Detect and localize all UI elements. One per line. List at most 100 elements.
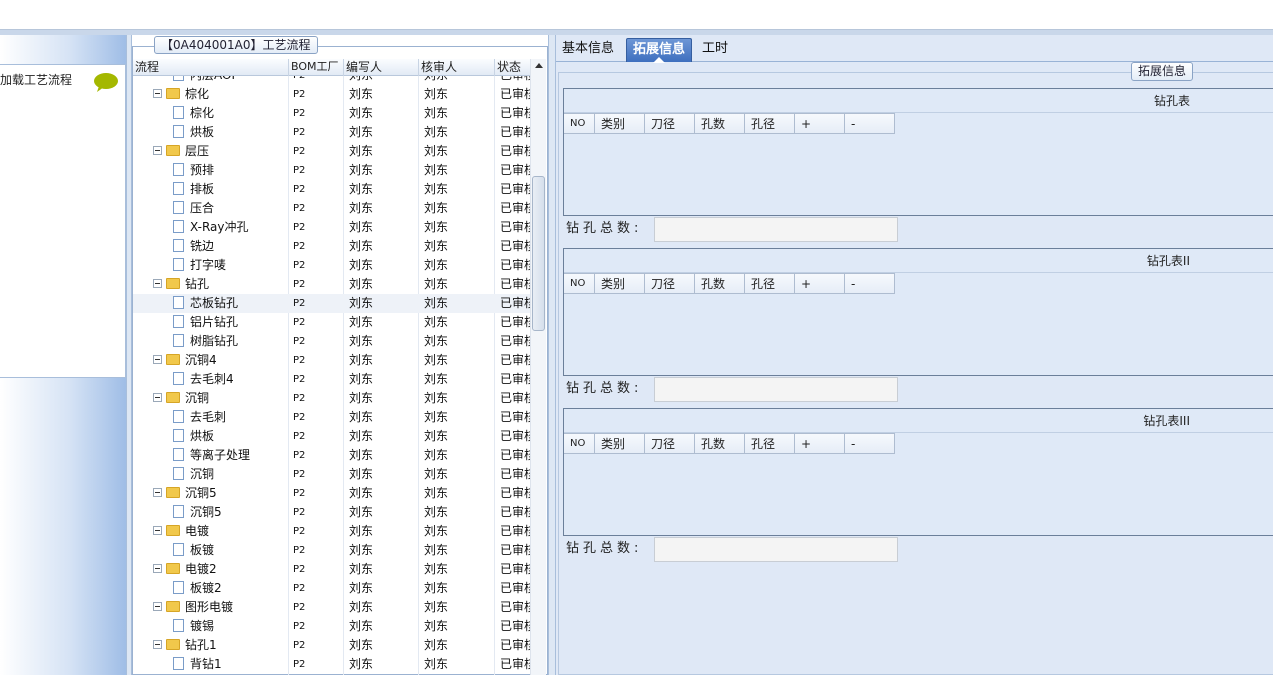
tree-folder-row[interactable]: 层压 P2 刘东 刘东 已审核: [133, 142, 530, 161]
reviewer-cell: 刘东: [424, 239, 449, 253]
add-row-button[interactable]: +: [795, 113, 845, 134]
tree-node-label: 沉铜: [190, 467, 215, 481]
tree-folder-row[interactable]: 钻孔1 P2 刘东 刘东 已审核: [133, 636, 530, 655]
drill-table-col-header: 孔数: [695, 113, 745, 134]
tree-folder-row[interactable]: 电镀 P2 刘东 刘东 已审核: [133, 522, 530, 541]
status-cell: 已审核: [500, 258, 530, 272]
tree-folder-name: 钻孔: [153, 275, 289, 294]
drill-total-field[interactable]: [654, 217, 898, 242]
scroll-thumb[interactable]: [532, 176, 545, 331]
tree-item-row[interactable]: 棕化 P2 刘东 刘东 已审核: [133, 104, 530, 123]
folder-icon: [166, 392, 180, 403]
collapse-toggle-icon[interactable]: [153, 146, 162, 155]
add-row-button[interactable]: +: [795, 273, 845, 294]
tree-node-label: 烘板: [190, 125, 215, 139]
collapse-toggle-icon[interactable]: [153, 393, 162, 402]
collapse-toggle-icon[interactable]: [153, 564, 162, 573]
tree-node-label: 板镀: [190, 543, 215, 557]
tree-item-row[interactable]: 去毛刺4 P2 刘东 刘东 已审核: [133, 370, 530, 389]
reviewer-cell: 刘东: [424, 448, 449, 462]
tree-folder-row[interactable]: 图形电镀 P2 刘东 刘东 已审核: [133, 598, 530, 617]
tree-item-row[interactable]: 烘板 P2 刘东 刘东 已审核: [133, 123, 530, 142]
tree-item-row[interactable]: X-Ray冲孔 P2 刘东 刘东 已审核: [133, 218, 530, 237]
col-header-process[interactable]: 流程: [133, 59, 289, 76]
collapse-toggle-icon[interactable]: [153, 89, 162, 98]
collapse-toggle-icon[interactable]: [153, 640, 162, 649]
add-row-button[interactable]: +: [795, 433, 845, 454]
remove-row-button[interactable]: -: [845, 113, 895, 134]
tree-item-row[interactable]: 板镀2 P2 刘东 刘东 已审核: [133, 579, 530, 598]
tree-item-row[interactable]: 沉铜 P2 刘东 刘东 已审核: [133, 465, 530, 484]
tree-item-name: 芯板钻孔: [173, 294, 289, 313]
writer-cell: 刘东: [349, 410, 374, 424]
reviewer-cell: 刘东: [424, 486, 449, 500]
reviewer-cell: 刘东: [424, 372, 449, 386]
tree-item-row[interactable]: 等离子处理 P2 刘东 刘东 已审核: [133, 446, 530, 465]
tree-item-row[interactable]: 铝片钻孔 P2 刘东 刘东 已审核: [133, 313, 530, 332]
collapse-toggle-icon[interactable]: [153, 526, 162, 535]
collapse-toggle-icon[interactable]: [153, 355, 162, 364]
drill-total-field[interactable]: [654, 537, 898, 562]
tree-item-row[interactable]: 烘板 P2 刘东 刘东 已审核: [133, 427, 530, 446]
writer-cell: 刘东: [349, 144, 374, 158]
status-cell: 已审核: [500, 562, 530, 576]
status-cell: 已审核: [500, 524, 530, 538]
drill-table-title: 钻孔表II: [564, 249, 1273, 273]
drill-total-label: 钻孔总数:: [566, 221, 643, 236]
load-process-label[interactable]: 加载工艺流程: [0, 71, 72, 88]
tree-folder-row[interactable]: 棕化 P2 刘东 刘东 已审核: [133, 85, 530, 104]
tree-folder-row[interactable]: 钻孔 P2 刘东 刘东 已审核: [133, 275, 530, 294]
status-cell: 已审核: [500, 334, 530, 348]
collapse-toggle-icon[interactable]: [153, 602, 162, 611]
tree-node-label: 钻孔: [185, 277, 210, 291]
reviewer-cell: 刘东: [424, 182, 449, 196]
tab-extended-info[interactable]: 拓展信息: [626, 38, 693, 63]
tree-folder-row[interactable]: 电镀2 P2 刘东 刘东 已审核: [133, 560, 530, 579]
tree-item-row[interactable]: 压合 P2 刘东 刘东 已审核: [133, 199, 530, 218]
tree-item-row[interactable]: 内层AOIP2刘东刘东已审核: [133, 76, 530, 85]
middle-splitter[interactable]: [548, 35, 556, 675]
remove-row-button[interactable]: -: [845, 273, 895, 294]
folder-icon: [166, 354, 180, 365]
tree-folder-row[interactable]: 沉铜4 P2 刘东 刘东 已审核: [133, 351, 530, 370]
reviewer-cell: 刘东: [424, 524, 449, 538]
status-cell: 已审核: [500, 581, 530, 595]
status-cell: 已审核: [500, 600, 530, 614]
tree-item-row[interactable]: 铣边 P2 刘东 刘东 已审核: [133, 237, 530, 256]
tree-folder-row[interactable]: 沉铜 P2 刘东 刘东 已审核: [133, 389, 530, 408]
bom-cell: P2: [293, 146, 306, 157]
tree-item-row[interactable]: 芯板钻孔 P2 刘东 刘东 已审核: [133, 294, 530, 313]
scroll-up-icon[interactable]: [535, 63, 543, 68]
col-header-reviewer[interactable]: 核审人: [419, 59, 495, 76]
status-cell: 已审核: [500, 638, 530, 652]
collapse-toggle-icon[interactable]: [153, 279, 162, 288]
chat-bubble-icon[interactable]: [93, 72, 119, 92]
tree-item-row[interactable]: 预排 P2 刘东 刘东 已审核: [133, 161, 530, 180]
drill-table-col-header: 刀径: [645, 113, 695, 134]
col-header-writer[interactable]: 编写人: [344, 59, 419, 76]
tree-folder-row[interactable]: 沉铜5 P2 刘东 刘东 已审核: [133, 484, 530, 503]
writer-cell: 刘东: [349, 76, 419, 85]
tree-item-row[interactable]: 打字唛 P2 刘东 刘东 已审核: [133, 256, 530, 275]
drill-table: 钻孔表 NO 类别 刀径 孔数 孔径 + -: [563, 88, 1273, 216]
bom-cell: P2: [293, 431, 306, 442]
tab-work-hours[interactable]: 工时: [696, 38, 734, 62]
col-header-status[interactable]: 状态: [495, 59, 530, 76]
bom-cell: P2: [293, 336, 306, 347]
tree-item-row[interactable]: 去毛刺 P2 刘东 刘东 已审核: [133, 408, 530, 427]
col-header-bom[interactable]: BOM工厂: [289, 59, 344, 76]
collapse-toggle-icon[interactable]: [153, 488, 162, 497]
tree-item-row[interactable]: 树脂钻孔 P2 刘东 刘东 已审核: [133, 332, 530, 351]
tree-item-row[interactable]: 排板 P2 刘东 刘东 已审核: [133, 180, 530, 199]
document-icon: [173, 76, 184, 81]
tree-item-row[interactable]: 背钻1 P2 刘东 刘东 已审核: [133, 655, 530, 674]
tree-item-row[interactable]: 沉铜5 P2 刘东 刘东 已审核: [133, 503, 530, 522]
drill-total-field[interactable]: [654, 377, 898, 402]
grid-scrollbar[interactable]: [530, 59, 546, 675]
tree-item-row[interactable]: 镀锡 P2 刘东 刘东 已审核: [133, 617, 530, 636]
tree-item-row[interactable]: 板镀 P2 刘东 刘东 已审核: [133, 541, 530, 560]
document-icon: [173, 467, 184, 480]
writer-cell: 刘东: [349, 619, 374, 633]
tab-basic-info[interactable]: 基本信息: [556, 38, 620, 62]
remove-row-button[interactable]: -: [845, 433, 895, 454]
